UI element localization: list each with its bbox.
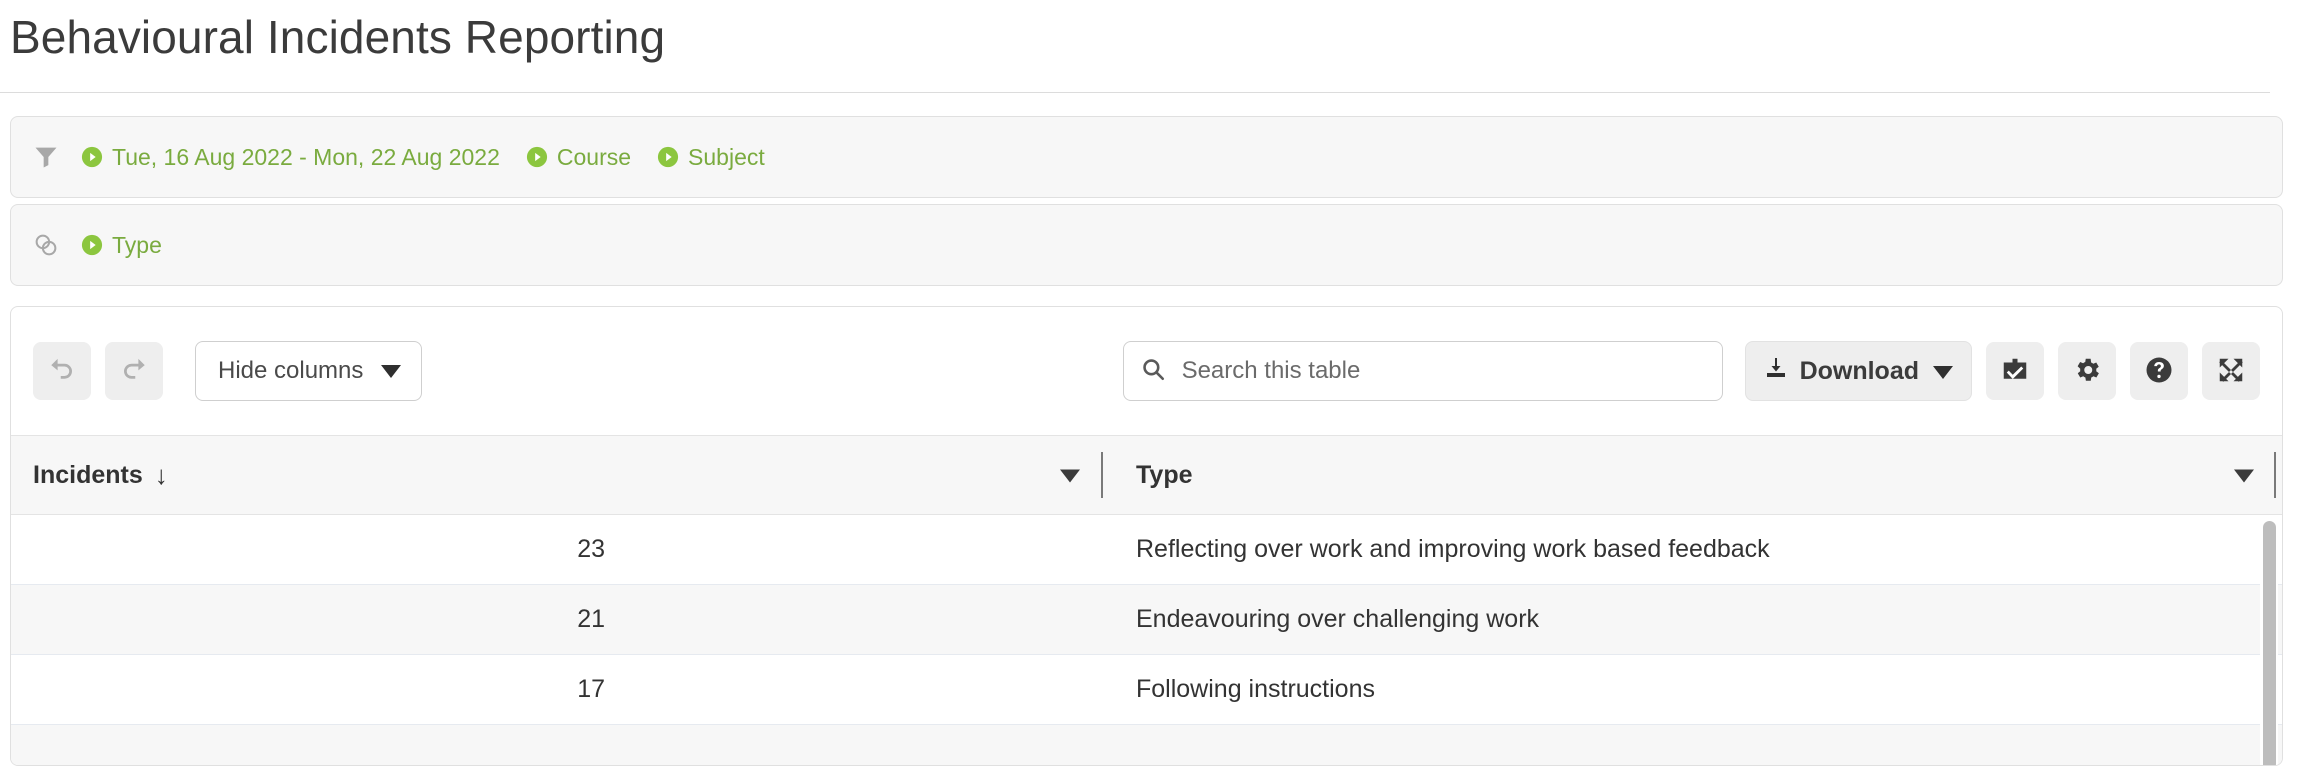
filter-chip-date-range[interactable]: Tue, 16 Aug 2022 - Mon, 22 Aug 2022	[81, 145, 500, 169]
filter-chip-label: Type	[112, 232, 162, 258]
sort-descending-icon[interactable]: ↓	[155, 460, 168, 491]
filter-bar-primary: Tue, 16 Aug 2022 - Mon, 22 Aug 2022 Cour…	[10, 116, 2283, 198]
redo-button[interactable]	[105, 342, 163, 400]
column-header-label: Incidents	[33, 460, 143, 489]
cell-incidents: 23	[577, 535, 605, 563]
download-icon	[1764, 356, 1788, 387]
column-resizer-type[interactable]	[2274, 452, 2276, 498]
cell-incidents: 17	[577, 675, 605, 703]
filter-funnel-icon	[29, 140, 63, 174]
column-header-incidents[interactable]: Incidents ↓	[11, 436, 1108, 514]
download-button[interactable]: Download	[1744, 341, 1972, 401]
play-circle-icon	[81, 234, 103, 256]
search-input[interactable]	[1179, 356, 1706, 386]
cell-type: Reflecting over work and improving work …	[1136, 535, 1770, 563]
cell-type: Endeavouring over challenging work	[1136, 605, 1540, 633]
search-icon	[1140, 356, 1166, 387]
chevron-down-icon	[1933, 357, 1953, 386]
table-row[interactable]: 21 Endeavouring over challenging work	[11, 585, 2282, 655]
filter-chip-course[interactable]: Course	[526, 145, 631, 169]
cell-type: Following instructions	[1136, 675, 1375, 703]
table-body: 23 Reflecting over work and improving wo…	[11, 515, 2282, 765]
table-header-row: Incidents ↓ Type	[11, 435, 2282, 515]
link-chain-icon	[29, 228, 63, 262]
hide-columns-button[interactable]: Hide columns	[195, 341, 423, 401]
undo-arrow-icon	[47, 355, 77, 388]
column-resizer-incidents[interactable]	[1101, 452, 1103, 498]
column-header-label: Type	[1136, 460, 1193, 489]
redo-arrow-icon	[119, 355, 149, 388]
title-divider	[0, 92, 2270, 93]
scrollbar-thumb[interactable]	[2263, 521, 2276, 765]
fullscreen-button[interactable]	[2202, 342, 2260, 400]
filter-chip-subject[interactable]: Subject	[657, 145, 765, 169]
play-circle-icon	[657, 146, 679, 168]
chevron-down-icon	[381, 357, 402, 385]
question-circle-icon	[2144, 355, 2174, 388]
table-toolbar: Hide columns Download	[11, 307, 2282, 435]
column-menu-caret-incidents[interactable]	[1060, 461, 1080, 490]
undo-button[interactable]	[33, 342, 91, 400]
table-row[interactable]: 23 Reflecting over work and improving wo…	[11, 515, 2282, 585]
play-circle-icon	[81, 146, 103, 168]
filter-chip-label: Subject	[688, 144, 765, 170]
column-header-type[interactable]: Type	[1108, 436, 2282, 514]
expand-arrows-icon	[2216, 355, 2246, 388]
page-title: Behavioural Incidents Reporting	[10, 11, 666, 63]
download-label: Download	[1799, 356, 1919, 385]
table-row[interactable]: 17 Following instructions	[11, 655, 2282, 725]
settings-button[interactable]	[2058, 342, 2116, 400]
search-box[interactable]	[1122, 341, 1723, 401]
checkbox-checked-icon	[2000, 355, 2030, 388]
gear-icon	[2072, 355, 2102, 388]
filter-chip-type[interactable]: Type	[81, 233, 162, 257]
table-row-partial[interactable]	[11, 725, 2282, 765]
cell-incidents: 21	[577, 605, 605, 633]
filter-chip-label: Course	[556, 144, 632, 170]
hide-columns-label: Hide columns	[218, 357, 364, 384]
data-table-card: Hide columns Download	[10, 306, 2283, 766]
filter-bar-links: Type	[10, 204, 2283, 286]
play-circle-icon	[526, 146, 548, 168]
select-rows-button[interactable]	[1986, 342, 2044, 400]
table-vertical-scrollbar[interactable]	[2260, 515, 2278, 765]
filter-chip-label: Tue, 16 Aug 2022 - Mon, 22 Aug 2022	[112, 144, 500, 170]
column-menu-caret-type[interactable]	[2234, 461, 2254, 490]
help-button[interactable]	[2130, 342, 2188, 400]
